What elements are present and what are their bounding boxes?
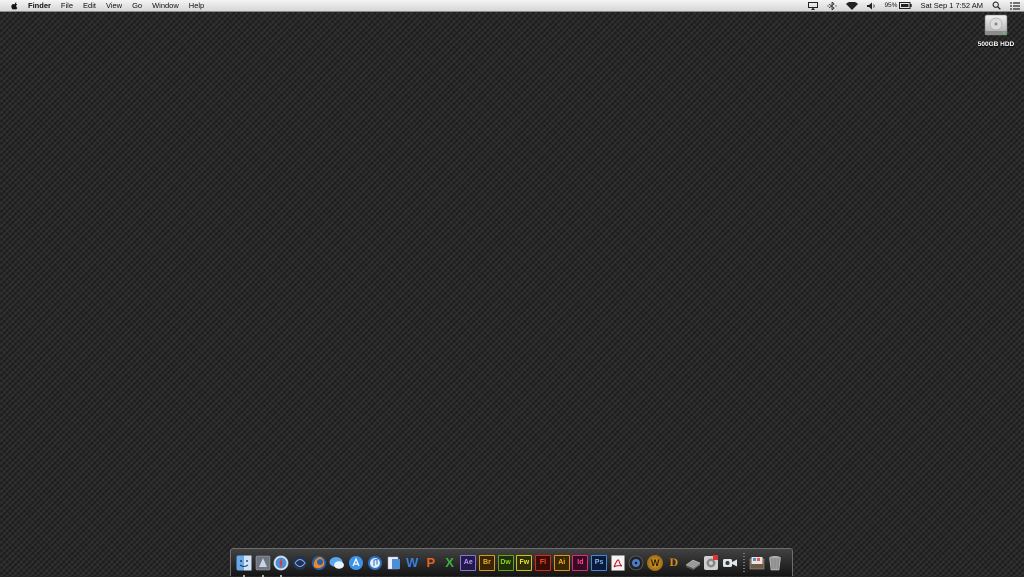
- battery-icon[interactable]: [899, 2, 913, 9]
- menu-edit[interactable]: Edit: [83, 0, 96, 11]
- dvd-player-icon[interactable]: [628, 555, 644, 571]
- launchpad-icon[interactable]: [255, 555, 271, 577]
- itunes-icon[interactable]: [367, 555, 383, 571]
- menu-window[interactable]: Window: [152, 0, 179, 11]
- dreamweaver-icon[interactable]: Dw: [497, 554, 514, 571]
- system-preferences-icon[interactable]: [703, 554, 719, 571]
- app-store-icon[interactable]: [348, 555, 364, 571]
- menu-help[interactable]: Help: [189, 0, 204, 11]
- indesign-icon[interactable]: Id: [572, 554, 589, 571]
- battery-percent[interactable]: 95%: [884, 0, 897, 11]
- illustrator-icon[interactable]: Ai: [553, 554, 570, 571]
- photoshop-icon[interactable]: Ps: [591, 554, 608, 571]
- bridge-icon[interactable]: Br: [478, 554, 495, 571]
- facetime-icon[interactable]: [722, 555, 738, 571]
- desktop-drive[interactable]: 500GB HDD: [972, 14, 1020, 48]
- hard-drive-icon[interactable]: [983, 14, 1009, 38]
- powerpoint-icon[interactable]: P: [423, 555, 439, 571]
- chip-icon[interactable]: [684, 555, 701, 571]
- word-icon[interactable]: W: [404, 555, 420, 571]
- menu-bar: Finder File Edit View Go Window Help 95%…: [0, 0, 1024, 12]
- flash-icon[interactable]: Fl: [535, 554, 551, 571]
- diablo-icon[interactable]: D: [666, 555, 682, 571]
- apple-logo-icon[interactable]: [10, 1, 19, 10]
- world-of-warcraft-icon[interactable]: W: [647, 554, 664, 571]
- after-effects-icon[interactable]: Ae: [460, 554, 477, 571]
- applications-stack-icon[interactable]: [749, 555, 765, 571]
- drive-label: 500GB HDD: [977, 41, 1015, 48]
- dock: W P X Ae Br Dw Fw Fl Ai Id Ps W D: [230, 548, 793, 577]
- fireworks-icon[interactable]: Fw: [516, 554, 533, 571]
- dock-separator: [742, 552, 745, 573]
- menu-file[interactable]: File: [61, 0, 73, 11]
- menu-go[interactable]: Go: [132, 0, 142, 11]
- clock[interactable]: Sat Sep 1 7:52 AM: [920, 0, 983, 11]
- menu-app-finder[interactable]: Finder: [28, 0, 51, 11]
- spotlight-search-icon[interactable]: [992, 1, 1001, 10]
- acrobat-icon[interactable]: [610, 554, 626, 571]
- firefox-icon[interactable]: [311, 555, 327, 571]
- preview-icon[interactable]: [386, 555, 402, 571]
- excel-icon[interactable]: X: [442, 555, 458, 571]
- volume-icon[interactable]: [867, 2, 876, 10]
- finder-icon[interactable]: [236, 555, 252, 577]
- trash-icon[interactable]: [767, 555, 783, 571]
- menu-view[interactable]: View: [106, 0, 122, 11]
- notification-center-icon[interactable]: [1010, 1, 1020, 10]
- safari-icon[interactable]: [273, 555, 289, 577]
- airplay-icon[interactable]: [808, 1, 819, 10]
- messages-icon[interactable]: [329, 555, 345, 571]
- mission-control-icon[interactable]: [292, 555, 308, 571]
- bluetooth-icon[interactable]: [827, 1, 838, 10]
- wifi-icon[interactable]: [846, 1, 859, 10]
